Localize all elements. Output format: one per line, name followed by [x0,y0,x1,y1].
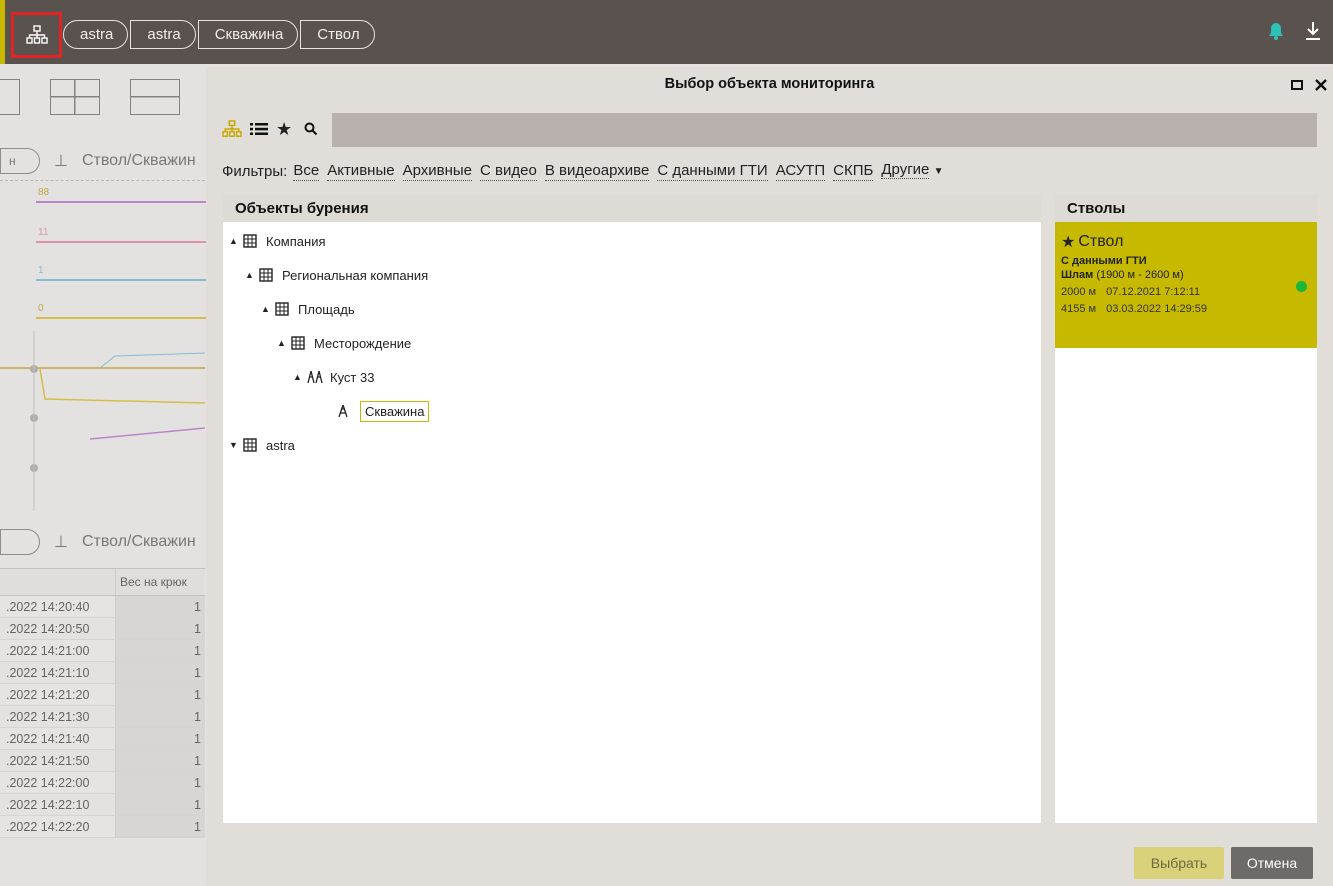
filter-archived[interactable]: Архивные [402,162,473,181]
bell-icon[interactable] [1267,21,1285,41]
caret-down-icon: ▼ [933,166,944,177]
building-icon [275,302,291,316]
view-toolbar: ★ [222,111,1317,147]
tree-node[interactable]: ▲ Региональная компания [223,258,1041,292]
list-view-icon[interactable] [250,122,268,136]
tree-node-label: Месторождение [314,335,412,351]
breadcrumb-item[interactable]: astra [63,20,129,49]
filter-other[interactable]: Другие ▼ [881,161,943,181]
tree-node[interactable]: ▲ Куст 33 [223,360,1041,394]
filters-label: Фильтры: [222,162,288,180]
building-icon [243,234,259,248]
breadcrumb-item[interactable]: astra [130,20,196,49]
top-bar: astra astra Скважина Ствол [0,0,1333,64]
drilling-objects-title: Объекты бурения [223,195,1041,222]
download-icon[interactable] [1303,20,1323,42]
breadcrumb-item[interactable]: Скважина [197,20,299,49]
filter-gti-data[interactable]: С данными ГТИ [657,162,768,181]
filter-all[interactable]: Все [293,162,320,181]
filter-video-archive[interactable]: В видеоархиве [544,162,650,181]
building-icon [291,336,307,350]
cluster-icon [307,370,323,384]
caret-up-icon[interactable]: ▲ [229,236,239,246]
bore-date: 07.12.2021 7:12:11 [1106,286,1201,298]
caret-up-icon[interactable]: ▲ [245,270,255,280]
tree-node[interactable]: ▲ Площадь [223,292,1041,326]
bore-row-start: 2000 м 07.12.2021 7:12:11 [1061,286,1311,298]
hierarchy-icon [25,25,48,44]
sludge-label: Шлам [1061,269,1094,281]
bores-panel: Стволы ★ Ствол С данными ГТИ Шлам (1900 … [1055,195,1317,823]
bore-row-end: 4155 м 03.03.2022 14:29:59 [1061,303,1311,315]
structure-button[interactable] [11,12,62,58]
bores-title: Стволы [1055,195,1317,222]
bore-depth: 2000 м [1061,286,1097,298]
rig-icon [337,404,353,418]
bore-date: 03.03.2022 14:29:59 [1106,303,1208,315]
star-icon[interactable]: ★ [1061,232,1075,252]
status-dot [1296,281,1307,292]
dialog-title: Выбор объекта мониторинга [664,76,875,92]
filter-other-label: Другие [881,161,930,179]
tree-view-icon[interactable] [222,120,242,138]
tree-node[interactable]: ▲ Месторождение [223,326,1041,360]
caret-down-icon[interactable]: ▼ [229,440,239,450]
filter-with-video[interactable]: С видео [480,162,537,181]
tree-node[interactable]: ▲ Компания [223,224,1041,258]
breadcrumb-item[interactable]: Ствол [300,20,375,49]
filter-skpb[interactable]: СКПБ [833,162,874,181]
favorites-icon[interactable]: ★ [276,120,292,138]
search-icon[interactable] [304,122,318,136]
bore-name: Ствол [1078,233,1124,250]
bore-sludge: Шлам (1900 м - 2600 м) [1061,269,1311,281]
tree-node[interactable]: Скважина [223,394,1041,428]
filter-asutp[interactable]: АСУТП [775,162,826,181]
top-icons [1267,20,1323,42]
tree-node-label: Площадь [298,301,355,317]
filter-active[interactable]: Активные [327,162,395,181]
tree-node-label: Скважина [360,400,430,422]
tree-node-label: Куст 33 [330,369,375,385]
cancel-button[interactable]: Отмена [1231,847,1313,879]
tree-node[interactable]: ▼ astra [223,428,1041,462]
caret-up-icon[interactable]: ▲ [261,304,271,314]
bore-subtitle: С данными ГТИ [1061,255,1147,267]
building-icon [243,438,259,452]
breadcrumb: astra astra Скважина Ствол [63,20,375,49]
sludge-range: (1900 м - 2600 м) [1096,269,1184,281]
select-button[interactable]: Выбрать [1134,847,1224,879]
filter-bar: Фильтры: Все Активные Архивные С видео В… [222,161,951,181]
building-icon [259,268,275,282]
accent-stripe [0,0,5,64]
tree-node-label: Компания [266,233,326,249]
monitoring-object-dialog: Выбор объекта мониторинга ★ Фильтры: Все… [206,67,1333,886]
tree-node-label: Региональная компания [282,267,429,283]
tree-node-label: astra [266,437,295,453]
drilling-objects-panel: Объекты бурения ▲ Компания ▲ Региональная к… [223,195,1041,823]
bore-card[interactable]: ★ Ствол С данными ГТИ Шлам (1900 м - 260… [1055,222,1317,348]
caret-up-icon[interactable]: ▲ [277,338,287,348]
close-icon[interactable] [1315,79,1327,91]
object-tree: ▲ Компания ▲ Региональная компания ▲ Площадь ▲… [223,222,1041,462]
caret-up-icon[interactable]: ▲ [293,372,303,382]
bore-depth: 4155 м [1061,303,1097,315]
dialog-controls [1291,79,1327,91]
bore-title: ★ Ствол [1061,232,1311,252]
maximize-icon[interactable] [1291,80,1303,90]
